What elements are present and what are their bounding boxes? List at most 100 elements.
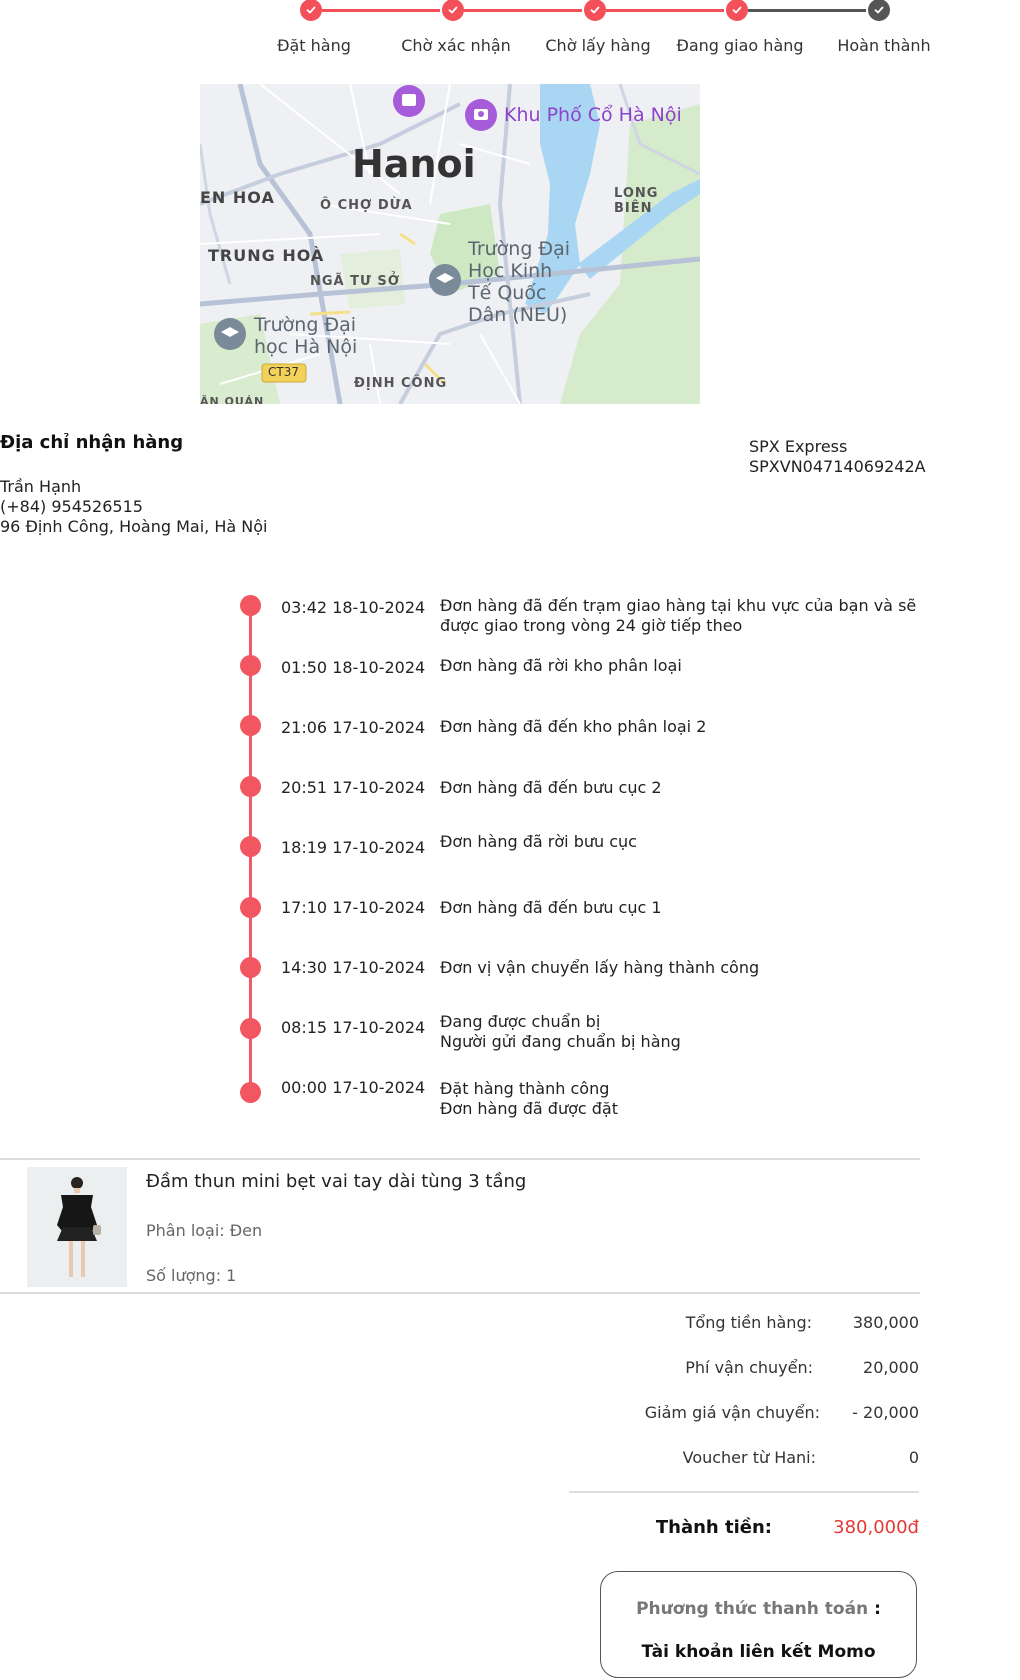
timeline-event: Đơn hàng đã đến kho phân loại 2 xyxy=(440,717,920,737)
school-pin-icon xyxy=(429,264,461,296)
timeline-event: Đơn vị vận chuyển lấy hàng thành công xyxy=(440,958,920,978)
voucher-label: Voucher từ Hani: xyxy=(682,1448,816,1467)
map-poi-hnu-line: Trường Đại xyxy=(254,314,357,336)
divider xyxy=(0,1158,920,1160)
payment-method-card[interactable]: Phương thức thanh toán : Tài khoản liên … xyxy=(600,1571,917,1678)
timeline-dot xyxy=(240,897,261,918)
map-label-district: Ô CHỢ DỪA xyxy=(320,198,413,213)
recipient-name: Trần Hạnh xyxy=(0,477,82,496)
timeline-time: 00:00 17-10-2024 xyxy=(281,1078,426,1097)
divider xyxy=(0,1292,920,1294)
step-label-confirm: Chờ xác nhận xyxy=(401,36,511,55)
timeline-dot xyxy=(240,957,261,978)
payment-method-colon: : xyxy=(874,1599,881,1619)
voucher-value: 0 xyxy=(908,1448,919,1467)
step-connector xyxy=(464,9,582,12)
step-dot-pickup xyxy=(584,0,606,21)
timeline-event-line: Đơn hàng đã đến kho phân loại 2 xyxy=(440,717,707,736)
recipient-address: 96 Định Công, Hoàng Mai, Hà Nội xyxy=(0,517,268,536)
step-label-complete: Hoàn thành xyxy=(837,36,931,55)
step-label-shipping: Đang giao hàng xyxy=(676,36,804,55)
shipping-discount-label: Giảm giá vận chuyển: xyxy=(644,1403,820,1422)
check-icon xyxy=(874,6,884,14)
timeline-event-line: Đơn hàng đã rời kho phân loại xyxy=(440,656,682,675)
timeline-dot xyxy=(240,1082,261,1103)
step-dot-confirm xyxy=(442,0,464,21)
step-dot-shipping xyxy=(726,0,748,21)
step-dot-ordered xyxy=(300,0,322,21)
subtotal-label: Tổng tiền hàng: xyxy=(685,1313,812,1332)
product-quantity: Số lượng: 1 xyxy=(146,1266,237,1285)
timeline-time: 14:30 17-10-2024 xyxy=(281,958,426,977)
map-poi-neu[interactable]: Trường Đại Học Kinh Tế Quốc Dân (NEU) xyxy=(468,238,570,326)
map-label-district: ĐỊNH CÔNG xyxy=(354,376,448,391)
timeline-event-line: Đơn hàng đã đến bưu cục 2 xyxy=(440,778,662,797)
timeline-time: 08:15 17-10-2024 xyxy=(281,1018,426,1037)
step-connector xyxy=(322,9,440,12)
timeline-event: Đơn hàng đã đến trạm giao hàng tại khu v… xyxy=(440,596,920,636)
step-dot-complete xyxy=(868,0,890,21)
map-poi-hnu-line: học Hà Nội xyxy=(254,336,358,358)
step-label-ordered: Đặt hàng xyxy=(277,36,351,55)
shipping-fee-label: Phí vận chuyển: xyxy=(685,1358,813,1377)
timeline-dot xyxy=(240,595,261,616)
map-label-district: TRUNG HOÀ xyxy=(208,246,325,265)
map-label-district: ĂN QUÁN xyxy=(200,395,265,404)
step-connector xyxy=(748,9,866,12)
shipping-fee-value: 20,000 xyxy=(863,1358,919,1377)
timeline-time: 21:06 17-10-2024 xyxy=(281,718,426,737)
map-label-district: NGÃ TƯ SỞ xyxy=(310,274,401,289)
carrier-name: SPX Express xyxy=(749,437,848,456)
timeline-time: 01:50 18-10-2024 xyxy=(281,658,426,677)
payment-method-title: Phương thức thanh toán : xyxy=(601,1599,916,1619)
address-title: Địa chỉ nhận hàng xyxy=(0,432,184,453)
step-connector xyxy=(606,9,724,12)
timeline-event-line: được giao trong vòng 24 giờ tiếp theo xyxy=(440,616,743,635)
timeline-event: Đang được chuẩn bị Người gửi đang chuẩn … xyxy=(440,1012,920,1052)
timeline-dot xyxy=(240,1018,261,1039)
map-poi-neu-line: Học Kinh xyxy=(468,260,553,282)
dress-image-icon xyxy=(57,1177,101,1277)
map-poi-hnu[interactable]: Trường Đại học Hà Nội xyxy=(254,314,357,358)
timeline-time: 17:10 17-10-2024 xyxy=(281,898,426,917)
camera-pin-icon xyxy=(465,99,497,131)
product-name[interactable]: Đầm thun mini bẹt vai tay dài tùng 3 tần… xyxy=(146,1171,526,1192)
payment-method-value: Tài khoản liên kết Momo xyxy=(641,1642,876,1662)
check-icon xyxy=(306,6,316,14)
map-poi-neu-line: Tế Quốc xyxy=(468,282,547,304)
map-road-badge: CT37 xyxy=(268,365,299,379)
step-label-pickup: Chờ lấy hàng xyxy=(545,36,651,55)
timeline-event: Đơn hàng đã đến bưu cục 2 xyxy=(440,778,920,798)
check-icon xyxy=(732,6,742,14)
map-poi-neu-line: Trường Đại xyxy=(468,238,571,260)
timeline-event-line: Đơn hàng đã được đặt xyxy=(440,1099,618,1118)
timeline-event: Đơn hàng đã rời bưu cục xyxy=(440,832,920,852)
timeline-event-line: Đặt hàng thành công xyxy=(440,1079,610,1098)
timeline-event-line: Đơn hàng đã đến trạm giao hàng tại khu v… xyxy=(440,596,917,615)
timeline-event: Đơn hàng đã rời kho phân loại xyxy=(440,656,920,676)
timeline-event: Đặt hàng thành công Đơn hàng đã được đặt xyxy=(440,1079,920,1119)
order-progress-stepper: Đặt hàng Chờ xác nhận Chờ lấy hàng Đang … xyxy=(0,0,1020,60)
timeline-dot xyxy=(240,836,261,857)
timeline-event-line: Đơn vị vận chuyển lấy hàng thành công xyxy=(440,958,760,977)
delivery-map[interactable]: Hanoi EN HOA Ô CHỢ DỪA LONG BIÊN TRUNG H… xyxy=(200,84,700,404)
total-label: Thành tiền: xyxy=(655,1517,772,1538)
map-poi-neu-line: Dân (NEU) xyxy=(468,304,568,326)
timeline-dot xyxy=(240,776,261,797)
product-variant: Phân loại: Đen xyxy=(146,1221,263,1240)
timeline-event-line: Đang được chuẩn bị xyxy=(440,1012,601,1031)
school-pin-icon xyxy=(214,318,246,350)
map-pin-icon xyxy=(393,85,425,117)
timeline-time: 18:19 17-10-2024 xyxy=(281,838,426,857)
product-thumbnail[interactable] xyxy=(27,1167,127,1287)
check-icon xyxy=(590,6,600,14)
tracking-number[interactable]: SPXVN04714069242A xyxy=(749,457,926,476)
map-poi-old-quarter[interactable]: Khu Phố Cổ Hà Nội xyxy=(504,104,682,126)
timeline-dot xyxy=(240,655,261,676)
timeline-time: 03:42 18-10-2024 xyxy=(281,598,426,617)
timeline-event-line: Đơn hàng đã rời bưu cục xyxy=(440,832,637,851)
timeline-dot xyxy=(240,715,261,736)
check-icon xyxy=(448,6,458,14)
total-value: 380,000đ xyxy=(833,1517,919,1538)
payment-method-title-text: Phương thức thanh toán xyxy=(636,1599,869,1619)
